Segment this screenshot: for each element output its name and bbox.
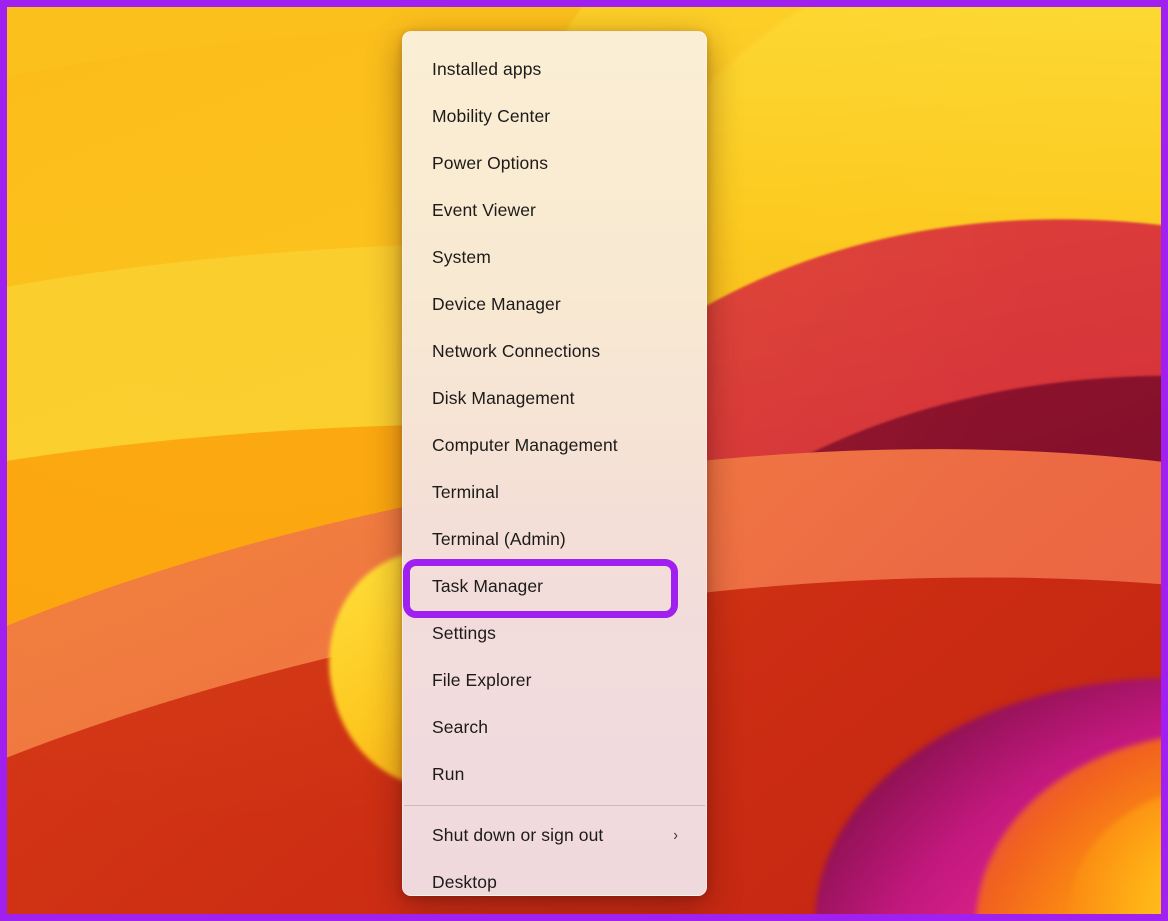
menu-item-power-options[interactable]: Power Options	[403, 140, 706, 187]
win-x-context-menu[interactable]: Installed apps Mobility Center Power Optio…	[402, 31, 707, 896]
menu-item-file-explorer[interactable]: File Explorer	[403, 657, 706, 704]
menu-item-event-viewer[interactable]: Event Viewer	[403, 187, 706, 234]
menu-item-label: Terminal	[432, 482, 686, 503]
menu-item-label: System	[432, 247, 686, 268]
menu-item-settings[interactable]: Settings	[403, 610, 706, 657]
chevron-right-icon: ›	[673, 828, 678, 844]
screenshot-canvas: Installed apps Mobility Center Power Optio…	[0, 0, 1168, 921]
menu-item-network-connections[interactable]: Network Connections	[403, 328, 706, 375]
menu-item-label: File Explorer	[432, 670, 686, 691]
menu-item-label: Computer Management	[432, 435, 686, 456]
menu-separator	[404, 805, 705, 806]
menu-item-label: Mobility Center	[432, 106, 686, 127]
menu-item-terminal[interactable]: Terminal	[403, 469, 706, 516]
menu-top-padding	[403, 32, 706, 46]
menu-item-label: Task Manager	[432, 576, 686, 597]
menu-item-shut-down-or-sign-out[interactable]: Shut down or sign out›	[403, 812, 706, 859]
menu-item-task-manager[interactable]: Task Manager	[403, 563, 706, 610]
menu-item-label: Shut down or sign out	[432, 825, 673, 846]
menu-item-label: Terminal (Admin)	[432, 529, 686, 550]
menu-item-device-manager[interactable]: Device Manager	[403, 281, 706, 328]
menu-item-disk-management[interactable]: Disk Management	[403, 375, 706, 422]
menu-item-label: Settings	[432, 623, 686, 644]
menu-item-label: Run	[432, 764, 686, 785]
menu-item-terminal-admin[interactable]: Terminal (Admin)	[403, 516, 706, 563]
menu-item-mobility-center[interactable]: Mobility Center	[403, 93, 706, 140]
menu-item-label: Disk Management	[432, 388, 686, 409]
menu-item-label: Event Viewer	[432, 200, 686, 221]
menu-item-label: Desktop	[432, 872, 686, 893]
context-menu-list: Installed apps Mobility Center Power Optio…	[403, 46, 706, 896]
menu-item-label: Power Options	[432, 153, 686, 174]
menu-item-desktop[interactable]: Desktop	[403, 859, 706, 896]
menu-item-label: Device Manager	[432, 294, 686, 315]
menu-item-label: Installed apps	[432, 59, 686, 80]
menu-item-label: Search	[432, 717, 686, 738]
menu-item-label: Network Connections	[432, 341, 686, 362]
menu-item-system[interactable]: System	[403, 234, 706, 281]
menu-item-run[interactable]: Run	[403, 751, 706, 798]
menu-item-search[interactable]: Search	[403, 704, 706, 751]
menu-item-installed-apps[interactable]: Installed apps	[403, 46, 706, 93]
menu-item-computer-management[interactable]: Computer Management	[403, 422, 706, 469]
